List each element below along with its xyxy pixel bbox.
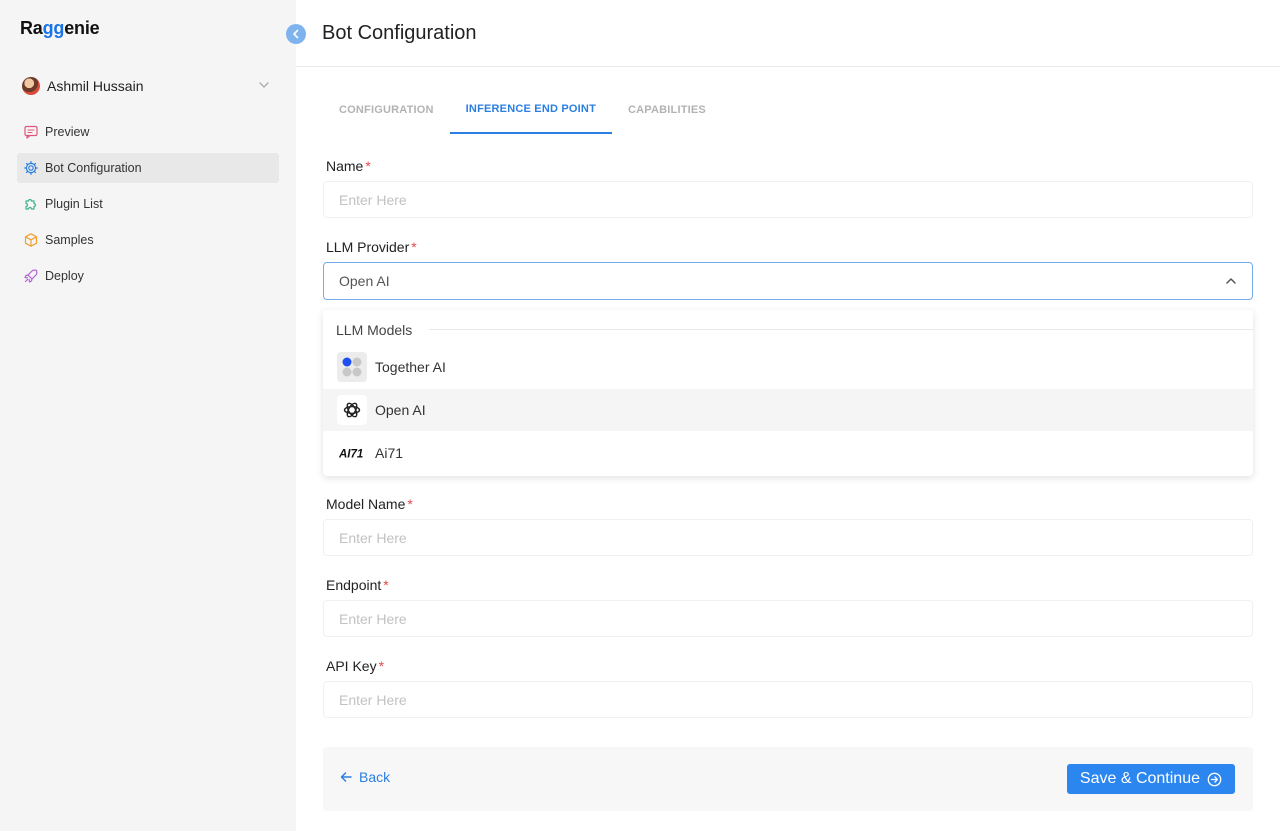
llm-provider-select[interactable]: Open AI (323, 262, 1253, 300)
api-key-label: API Key * (326, 658, 385, 674)
openai-logo-icon (337, 395, 367, 425)
llm-provider-label: LLM Provider * (326, 239, 417, 255)
required-marker: * (365, 158, 371, 174)
tab-bar: CONFIGURATION INFERENCE END POINT CAPABI… (323, 86, 722, 134)
page-header: Bot Configuration (296, 0, 1280, 67)
option-together-ai[interactable]: Together AI (323, 346, 1253, 388)
sidebar-item-label: Bot Configuration (45, 161, 142, 175)
puzzle-icon (25, 198, 37, 210)
llm-provider-value: Open AI (339, 273, 390, 289)
option-label: Ai71 (375, 445, 404, 461)
back-label: Back (359, 769, 391, 785)
sidebar-item-bot-configuration[interactable]: Bot Configuration (17, 153, 279, 183)
required-marker: * (378, 658, 385, 674)
sidebar-item-label: Plugin List (45, 197, 103, 211)
model-name-label: Model Name * (326, 496, 413, 512)
chat-icon (24, 125, 38, 139)
ai71-logo-icon: AI71 (337, 438, 367, 468)
name-input[interactable] (323, 181, 1253, 218)
tab-configuration[interactable]: CONFIGURATION (323, 86, 450, 134)
gear-icon (24, 161, 38, 175)
app-logo[interactable]: Raggenie (20, 18, 100, 39)
option-open-ai[interactable]: Open AI (323, 389, 1253, 431)
user-menu[interactable]: Ashmil Hussain (22, 74, 278, 98)
chevron-left-icon (293, 29, 299, 39)
sidebar-item-label: Samples (45, 233, 94, 247)
user-name: Ashmil Hussain (47, 78, 144, 94)
back-button[interactable]: Back (339, 769, 390, 785)
llm-provider-dropdown: LLM Models Together AI Open AI AI71 Ai71 (323, 310, 1253, 476)
required-marker: * (407, 496, 413, 512)
form-footer: Back Save & Continue (323, 747, 1253, 811)
sidebar-item-label: Preview (45, 125, 90, 139)
box-icon (24, 233, 38, 247)
tab-inference-end-point[interactable]: INFERENCE END POINT (449, 86, 612, 134)
model-name-input[interactable] (323, 519, 1253, 556)
endpoint-label: Endpoint * (326, 577, 389, 593)
sidebar-item-preview[interactable]: Preview (17, 117, 279, 147)
rocket-icon (24, 269, 38, 283)
endpoint-input[interactable] (323, 600, 1253, 637)
sidebar-item-deploy[interactable]: Deploy (17, 261, 279, 291)
together-ai-logo-icon (337, 352, 367, 382)
dropdown-group-label: LLM Models (336, 322, 413, 338)
save-and-continue-button[interactable]: Save & Continue (1066, 764, 1235, 794)
chevron-up-icon (1226, 278, 1236, 284)
avatar (22, 77, 40, 95)
option-label: Together AI (375, 359, 446, 375)
sidebar-item-samples[interactable]: Samples (17, 225, 279, 255)
option-ai71[interactable]: AI71 Ai71 (323, 432, 1253, 474)
svg-text:AI71: AI71 (339, 449, 363, 460)
name-label: Name * (326, 158, 371, 174)
api-key-input[interactable] (323, 681, 1253, 718)
arrow-right-circle-icon (1207, 772, 1222, 786)
sidebar-nav: Preview Bot Configuration Plugin List Sa… (17, 117, 279, 297)
required-marker: * (411, 239, 417, 255)
required-marker: * (383, 577, 389, 593)
sidebar: Raggenie Ashmil Hussain Preview Bot Conf… (0, 0, 296, 831)
sidebar-item-plugin-list[interactable]: Plugin List (17, 189, 279, 219)
arrow-left-icon (340, 772, 352, 782)
save-label: Save & Continue (1079, 770, 1200, 787)
tab-capabilities[interactable]: CAPABILITIES (612, 86, 722, 134)
page-title: Bot Configuration (322, 22, 477, 44)
option-label: Open AI (375, 402, 426, 418)
divider (429, 329, 1253, 330)
sidebar-item-label: Deploy (45, 269, 84, 283)
collapse-sidebar-button[interactable] (286, 24, 306, 44)
chevron-down-icon (259, 82, 269, 88)
